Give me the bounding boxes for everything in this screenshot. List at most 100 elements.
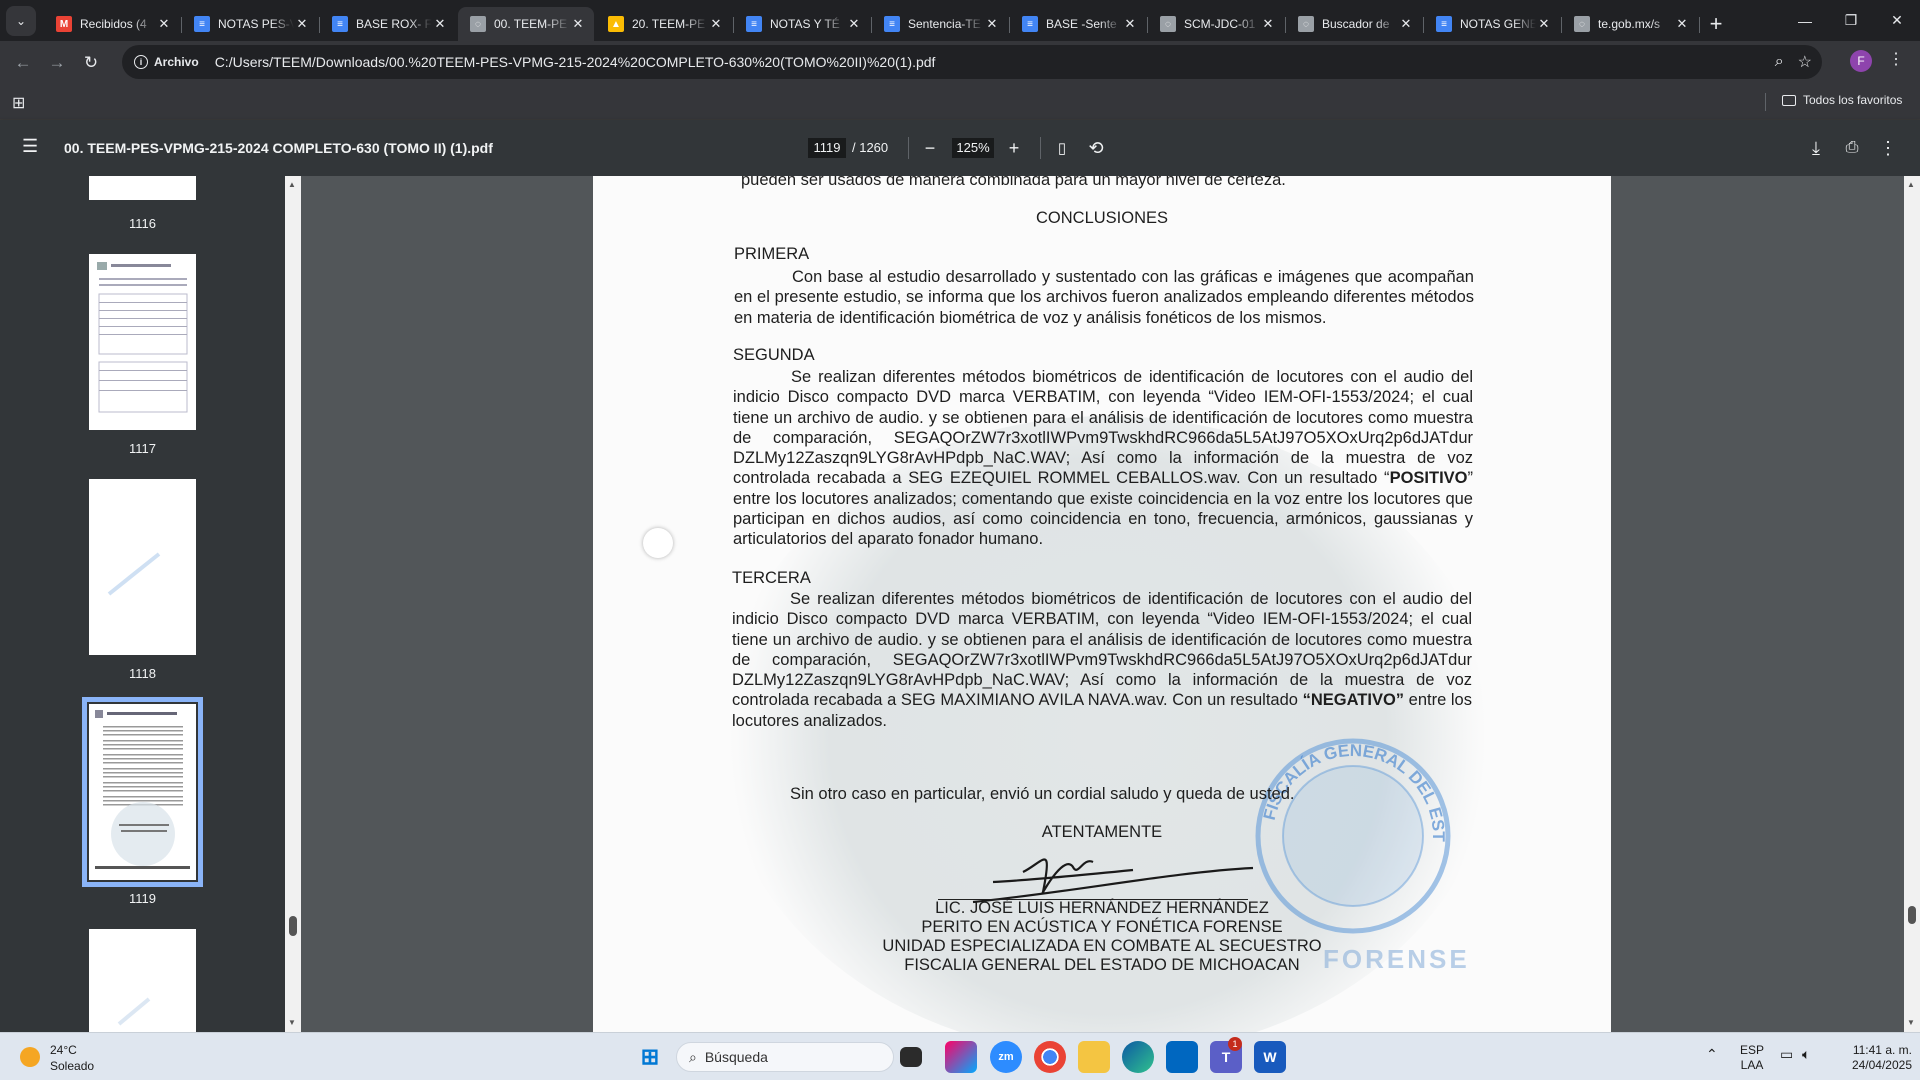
minimize-button[interactable]: — bbox=[1782, 0, 1828, 41]
sidebar-scrollbar[interactable]: ▲ ▼ bbox=[285, 176, 301, 1032]
all-bookmarks-button[interactable]: Todos los favoritos bbox=[1782, 93, 1902, 107]
viewer-scroll-thumb[interactable] bbox=[1908, 906, 1916, 924]
signer-name: LIC. JOSÉ LUIS HERNÁNDEZ HERNÁNDEZ bbox=[935, 899, 1269, 917]
address-bar[interactable]: i Archivo C:/Users/TEEM/Downloads/00.%20… bbox=[122, 45, 1822, 79]
browser-tab[interactable]: ≡ NOTAS GENE ✕ bbox=[1424, 7, 1562, 41]
apps-grid-icon[interactable]: ⊞ bbox=[12, 93, 25, 113]
restore-button[interactable]: ❐ bbox=[1828, 0, 1874, 41]
browser-tab[interactable]: ≡ NOTAS PES-V ✕ bbox=[182, 7, 320, 41]
scroll-up-icon[interactable]: ▲ bbox=[1907, 180, 1915, 189]
scroll-down-icon[interactable]: ▼ bbox=[288, 1018, 296, 1027]
tab-close-icon[interactable]: ✕ bbox=[708, 16, 724, 32]
zoom-app-icon[interactable]: zm bbox=[990, 1041, 1022, 1073]
browser-tab[interactable]: ◌ te.gob.mx/s ✕ bbox=[1562, 7, 1700, 41]
print-button[interactable]: ⎙ bbox=[1838, 134, 1866, 162]
store-icon[interactable] bbox=[1166, 1041, 1198, 1073]
thumbnail-page[interactable] bbox=[89, 254, 196, 430]
tab-close-icon[interactable]: ✕ bbox=[570, 16, 586, 32]
docs-icon: ≡ bbox=[194, 16, 210, 32]
edge-icon[interactable] bbox=[1122, 1041, 1154, 1073]
toolbar-divider bbox=[1040, 137, 1041, 159]
chrome-icon[interactable] bbox=[1034, 1041, 1066, 1073]
reload-button[interactable]: ↻ bbox=[74, 46, 108, 80]
browser-tab[interactable]: ◌ SCM-JDC-01 ✕ bbox=[1148, 7, 1286, 41]
fit-page-button[interactable]: ▯ bbox=[1048, 134, 1076, 162]
profile-avatar[interactable]: F bbox=[1850, 50, 1872, 72]
task-view-icon[interactable] bbox=[900, 1047, 922, 1067]
browser-tab[interactable]: ≡ BASE ROX- F ✕ bbox=[320, 7, 456, 41]
zoom-level-input[interactable]: 125% bbox=[952, 138, 994, 158]
thumbnail-page[interactable] bbox=[89, 479, 196, 655]
browser-tab[interactable]: ◌ Buscador de ✕ bbox=[1286, 7, 1424, 41]
tab-close-icon[interactable]: ✕ bbox=[984, 16, 1000, 32]
browser-tab[interactable]: ≡ NOTAS Y TÉ ✕ bbox=[734, 7, 872, 41]
chevron-up-icon[interactable]: ⌃ bbox=[1706, 1047, 1718, 1062]
rotate-icon: ⟲ bbox=[1088, 137, 1104, 158]
forward-button[interactable]: → bbox=[40, 46, 74, 80]
site-info-label: Archivo bbox=[154, 55, 199, 69]
weather-temperature[interactable]: 24°C bbox=[50, 1043, 77, 1057]
new-tab-button[interactable]: + bbox=[1700, 7, 1732, 41]
browser-tab[interactable]: ◌ 00. TEEM-PE ✕ bbox=[458, 7, 594, 41]
more-vert-icon: ⋮ bbox=[1879, 137, 1897, 158]
thumbnail-number: 1118 bbox=[129, 666, 156, 681]
pdf-viewer[interactable]: FISCALÍA GENERAL DEL ESTADO FORENSE pued… bbox=[301, 176, 1904, 1032]
bookmark-star-icon[interactable]: ☆ bbox=[1798, 52, 1812, 72]
tab-close-icon[interactable]: ✕ bbox=[1674, 16, 1690, 32]
site-info-chip[interactable]: i Archivo bbox=[130, 49, 209, 75]
hamburger-menu-icon[interactable]: ☰ bbox=[22, 136, 38, 157]
thumbnail-page[interactable] bbox=[89, 176, 196, 200]
close-window-button[interactable]: ✕ bbox=[1874, 0, 1920, 41]
tab-close-icon[interactable]: ✕ bbox=[432, 16, 448, 32]
back-button[interactable]: ← bbox=[6, 46, 40, 80]
sidebar-scroll-thumb[interactable] bbox=[289, 916, 297, 936]
scroll-up-icon[interactable]: ▲ bbox=[288, 180, 296, 189]
tab-close-icon[interactable]: ✕ bbox=[846, 16, 862, 32]
word-icon[interactable]: W bbox=[1254, 1041, 1286, 1073]
start-button[interactable]: ⊞ bbox=[634, 1041, 666, 1073]
page-speck bbox=[643, 528, 673, 558]
globe-icon: ◌ bbox=[1298, 16, 1314, 32]
tab-close-icon[interactable]: ✕ bbox=[1398, 16, 1414, 32]
file-explorer-icon[interactable] bbox=[1078, 1041, 1110, 1073]
browser-tab[interactable]: M Recibidos (4 ✕ bbox=[44, 7, 182, 41]
pdf-more-button[interactable]: ⋮ bbox=[1874, 134, 1902, 162]
network-icon[interactable]: ▭ bbox=[1780, 1047, 1793, 1062]
drive-icon: ▲ bbox=[608, 16, 624, 32]
rotate-button[interactable]: ⟲ bbox=[1082, 134, 1110, 162]
scroll-down-icon[interactable]: ▼ bbox=[1907, 1018, 1915, 1027]
page-number-input[interactable]: 1119 bbox=[808, 138, 846, 158]
language-indicator[interactable]: ESP LAA bbox=[1740, 1043, 1764, 1073]
viewer-scrollbar[interactable]: ▲ ▼ bbox=[1904, 176, 1920, 1032]
tab-title: 00. TEEM-PE bbox=[494, 17, 568, 31]
browser-tab[interactable]: ≡ Sentencia-TE ✕ bbox=[872, 7, 1010, 41]
volume-icon[interactable]: 🔈︎ bbox=[1802, 1047, 1810, 1062]
weather-description[interactable]: Soleado bbox=[50, 1059, 94, 1073]
download-button[interactable]: ⤓ bbox=[1802, 134, 1830, 162]
tab-close-icon[interactable]: ✕ bbox=[1122, 16, 1138, 32]
pdf-toolbar: ☰ 00. TEEM-PES-VPMG-215-2024 COMPLETO-63… bbox=[0, 120, 1920, 176]
pdf-page: FISCALÍA GENERAL DEL ESTADO FORENSE pued… bbox=[593, 176, 1611, 1032]
zoom-out-button[interactable]: − bbox=[916, 134, 944, 162]
browser-tab[interactable]: ≡ BASE -Sente ✕ bbox=[1010, 7, 1148, 41]
thumbnail-number: 1116 bbox=[129, 216, 156, 231]
clock-time: 11:41 a. m. bbox=[1852, 1043, 1912, 1057]
browser-tab[interactable]: ▲ 20. TEEM-PE ✕ bbox=[596, 7, 734, 41]
thumbnail-page[interactable] bbox=[89, 929, 196, 1032]
tab-close-icon[interactable]: ✕ bbox=[1536, 16, 1552, 32]
thumbnail-page-selected[interactable] bbox=[82, 697, 203, 887]
tab-search-button[interactable]: ⌄ bbox=[6, 6, 36, 36]
thumbnail-number: 1117 bbox=[129, 441, 156, 456]
zoom-in-button[interactable]: + bbox=[1000, 134, 1028, 162]
url-text[interactable]: C:/Users/TEEM/Downloads/00.%20TEEM-PES-V… bbox=[215, 54, 936, 70]
zoom-icon[interactable]: ⌕ bbox=[1775, 53, 1784, 71]
clock[interactable]: 11:41 a. m. 24/04/2025 bbox=[1836, 1043, 1912, 1073]
tab-close-icon[interactable]: ✕ bbox=[156, 16, 172, 32]
tab-close-icon[interactable]: ✕ bbox=[1260, 16, 1276, 32]
tab-close-icon[interactable]: ✕ bbox=[294, 16, 310, 32]
copilot-icon[interactable] bbox=[945, 1041, 977, 1073]
taskbar-search[interactable]: ⌕ Búsqueda bbox=[676, 1042, 894, 1072]
thumbnail-content bbox=[107, 552, 161, 596]
sun-icon[interactable] bbox=[20, 1047, 40, 1067]
browser-menu-icon[interactable]: ⋮ bbox=[1888, 49, 1904, 69]
